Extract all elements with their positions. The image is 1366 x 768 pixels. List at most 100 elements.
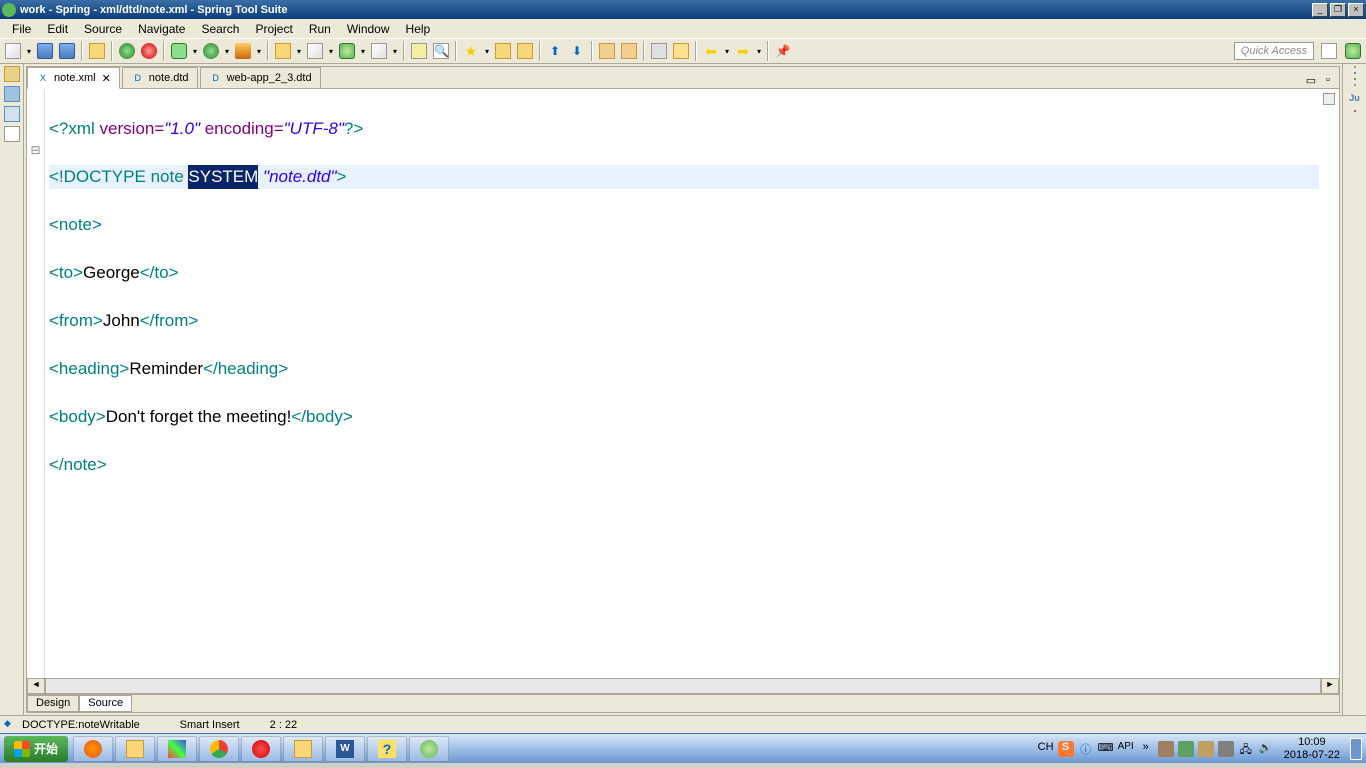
package-explorer-icon[interactable] xyxy=(4,66,20,82)
taskbar-app1[interactable] xyxy=(241,736,281,762)
tab-note-dtd[interactable]: D note.dtd xyxy=(122,67,198,88)
menu-edit[interactable]: Edit xyxy=(39,20,76,38)
horizontal-scrollbar[interactable]: ◄ ► xyxy=(27,678,1339,694)
debug-button[interactable] xyxy=(168,40,190,62)
junit-icon[interactable]: Ju xyxy=(1349,90,1360,106)
back-button[interactable]: ⬅ xyxy=(700,40,722,62)
tray-icon-3[interactable] xyxy=(1198,741,1214,757)
outline-view-icon[interactable] xyxy=(1354,72,1356,74)
volume-icon[interactable]: 🔊 xyxy=(1258,741,1274,757)
close-button[interactable]: × xyxy=(1348,3,1364,17)
open-task-button[interactable] xyxy=(492,40,514,62)
forward-button[interactable]: ➡ xyxy=(732,40,754,62)
show-desktop-button[interactable] xyxy=(1350,738,1362,760)
prev-annotation-button[interactable] xyxy=(596,40,618,62)
code-area[interactable]: <?xml version="1.0" encoding="UTF-8"?> <… xyxy=(45,89,1339,678)
save-button[interactable] xyxy=(34,40,56,62)
taskbar-paint[interactable] xyxy=(157,736,197,762)
start-button[interactable]: 开始 xyxy=(4,736,68,762)
tray-icon-1[interactable] xyxy=(1158,741,1174,757)
taskbar-explorer[interactable] xyxy=(115,736,155,762)
menu-search[interactable]: Search xyxy=(193,20,247,38)
properties-icon[interactable] xyxy=(1354,84,1356,86)
tab-close-icon[interactable]: ✕ xyxy=(102,72,111,85)
taskbar-folder[interactable] xyxy=(283,736,323,762)
tray-icon-2[interactable] xyxy=(1178,741,1194,757)
new-button[interactable] xyxy=(2,40,24,62)
taskbar-help[interactable]: ? xyxy=(367,736,407,762)
menu-source[interactable]: Source xyxy=(76,20,130,38)
new-dropdown[interactable]: ▾ xyxy=(24,47,34,56)
new-class-button[interactable] xyxy=(304,40,326,62)
save-all-button[interactable] xyxy=(56,40,78,62)
new-server-button[interactable] xyxy=(368,40,390,62)
spring-perspective-button[interactable] xyxy=(1342,40,1364,62)
toggle-breadcrumb-button[interactable] xyxy=(648,40,670,62)
menu-help[interactable]: Help xyxy=(398,20,439,38)
fold-toggle[interactable]: ⊟ xyxy=(27,143,44,167)
restore-button[interactable]: ❐ xyxy=(1330,3,1346,17)
progress-icon[interactable] xyxy=(1354,110,1356,112)
ext-tools-button[interactable] xyxy=(232,40,254,62)
prev-edit-button[interactable]: ⬆ xyxy=(544,40,566,62)
taskbar-word[interactable]: W xyxy=(325,736,365,762)
scroll-left-button[interactable]: ◄ xyxy=(27,678,45,694)
hierarchy-icon[interactable] xyxy=(4,126,20,142)
design-tab[interactable]: Design xyxy=(27,695,79,712)
tray-icon-4[interactable] xyxy=(1218,741,1234,757)
maximize-editor-icon[interactable]: ▭ xyxy=(1304,74,1318,88)
info-icon[interactable]: ⓘ xyxy=(1078,741,1094,757)
network-icon[interactable]: 🖧 xyxy=(1238,741,1254,757)
stop-button[interactable] xyxy=(138,40,160,62)
new-class-dropdown[interactable]: ▾ xyxy=(326,47,336,56)
expand-tray-icon[interactable]: » xyxy=(1138,741,1154,757)
new-spring-button[interactable] xyxy=(336,40,358,62)
star-button[interactable]: ★ xyxy=(460,40,482,62)
open-resource-button[interactable] xyxy=(86,40,108,62)
new-package-button[interactable] xyxy=(272,40,294,62)
search-button[interactable]: 🔍 xyxy=(430,40,452,62)
menu-navigate[interactable]: Navigate xyxy=(130,20,193,38)
debug-dropdown[interactable]: ▾ xyxy=(190,47,200,56)
tab-webapp-dtd[interactable]: D web-app_2_3.dtd xyxy=(200,67,321,88)
task-list-icon[interactable] xyxy=(1354,66,1356,68)
outline-icon[interactable] xyxy=(4,106,20,122)
open-type-button[interactable] xyxy=(408,40,430,62)
run-dropdown[interactable]: ▾ xyxy=(222,47,232,56)
new-spring-dropdown[interactable]: ▾ xyxy=(358,47,368,56)
taskbar-spring[interactable] xyxy=(409,736,449,762)
taskbar-chrome[interactable] xyxy=(199,736,239,762)
language-indicator[interactable]: CH xyxy=(1038,741,1054,757)
scroll-right-button[interactable]: ► xyxy=(1321,678,1339,694)
forward-dropdown[interactable]: ▾ xyxy=(754,47,764,56)
new-package-dropdown[interactable]: ▾ xyxy=(294,47,304,56)
mark-occurrences-button[interactable] xyxy=(670,40,692,62)
ext-tools-dropdown[interactable]: ▾ xyxy=(254,47,264,56)
open-perspective-button[interactable] xyxy=(1318,40,1340,62)
sogou-icon[interactable]: S xyxy=(1058,741,1074,757)
breadcrumb-text[interactable]: DOCTYPE:note xyxy=(22,719,100,731)
minimize-editor-icon[interactable]: ▫ xyxy=(1321,74,1335,88)
minimize-button[interactable]: _ xyxy=(1312,3,1328,17)
next-annotation-button[interactable] xyxy=(618,40,640,62)
run-button[interactable] xyxy=(200,40,222,62)
keyboard-icon[interactable]: ⌨ xyxy=(1098,741,1114,757)
star-dropdown[interactable]: ▾ xyxy=(482,47,492,56)
spring-explorer-icon[interactable] xyxy=(1354,78,1356,80)
menu-project[interactable]: Project xyxy=(247,20,300,38)
api-indicator[interactable]: API xyxy=(1118,741,1134,757)
next-edit-button[interactable]: ⬇ xyxy=(566,40,588,62)
servers-icon[interactable] xyxy=(4,86,20,102)
overview-ruler[interactable] xyxy=(1319,89,1339,678)
back-dropdown[interactable]: ▾ xyxy=(722,47,732,56)
clock[interactable]: 10:09 2018-07-22 xyxy=(1278,736,1346,762)
menu-window[interactable]: Window xyxy=(339,20,398,38)
tab-note-xml[interactable]: X note.xml ✕ xyxy=(27,67,120,89)
relaunch-button[interactable] xyxy=(116,40,138,62)
menu-file[interactable]: File xyxy=(4,20,39,38)
menu-run[interactable]: Run xyxy=(301,20,339,38)
new-server-dropdown[interactable]: ▾ xyxy=(390,47,400,56)
source-tab[interactable]: Source xyxy=(79,695,132,712)
open-resource2-button[interactable] xyxy=(514,40,536,62)
quick-access-input[interactable]: Quick Access xyxy=(1234,42,1314,60)
